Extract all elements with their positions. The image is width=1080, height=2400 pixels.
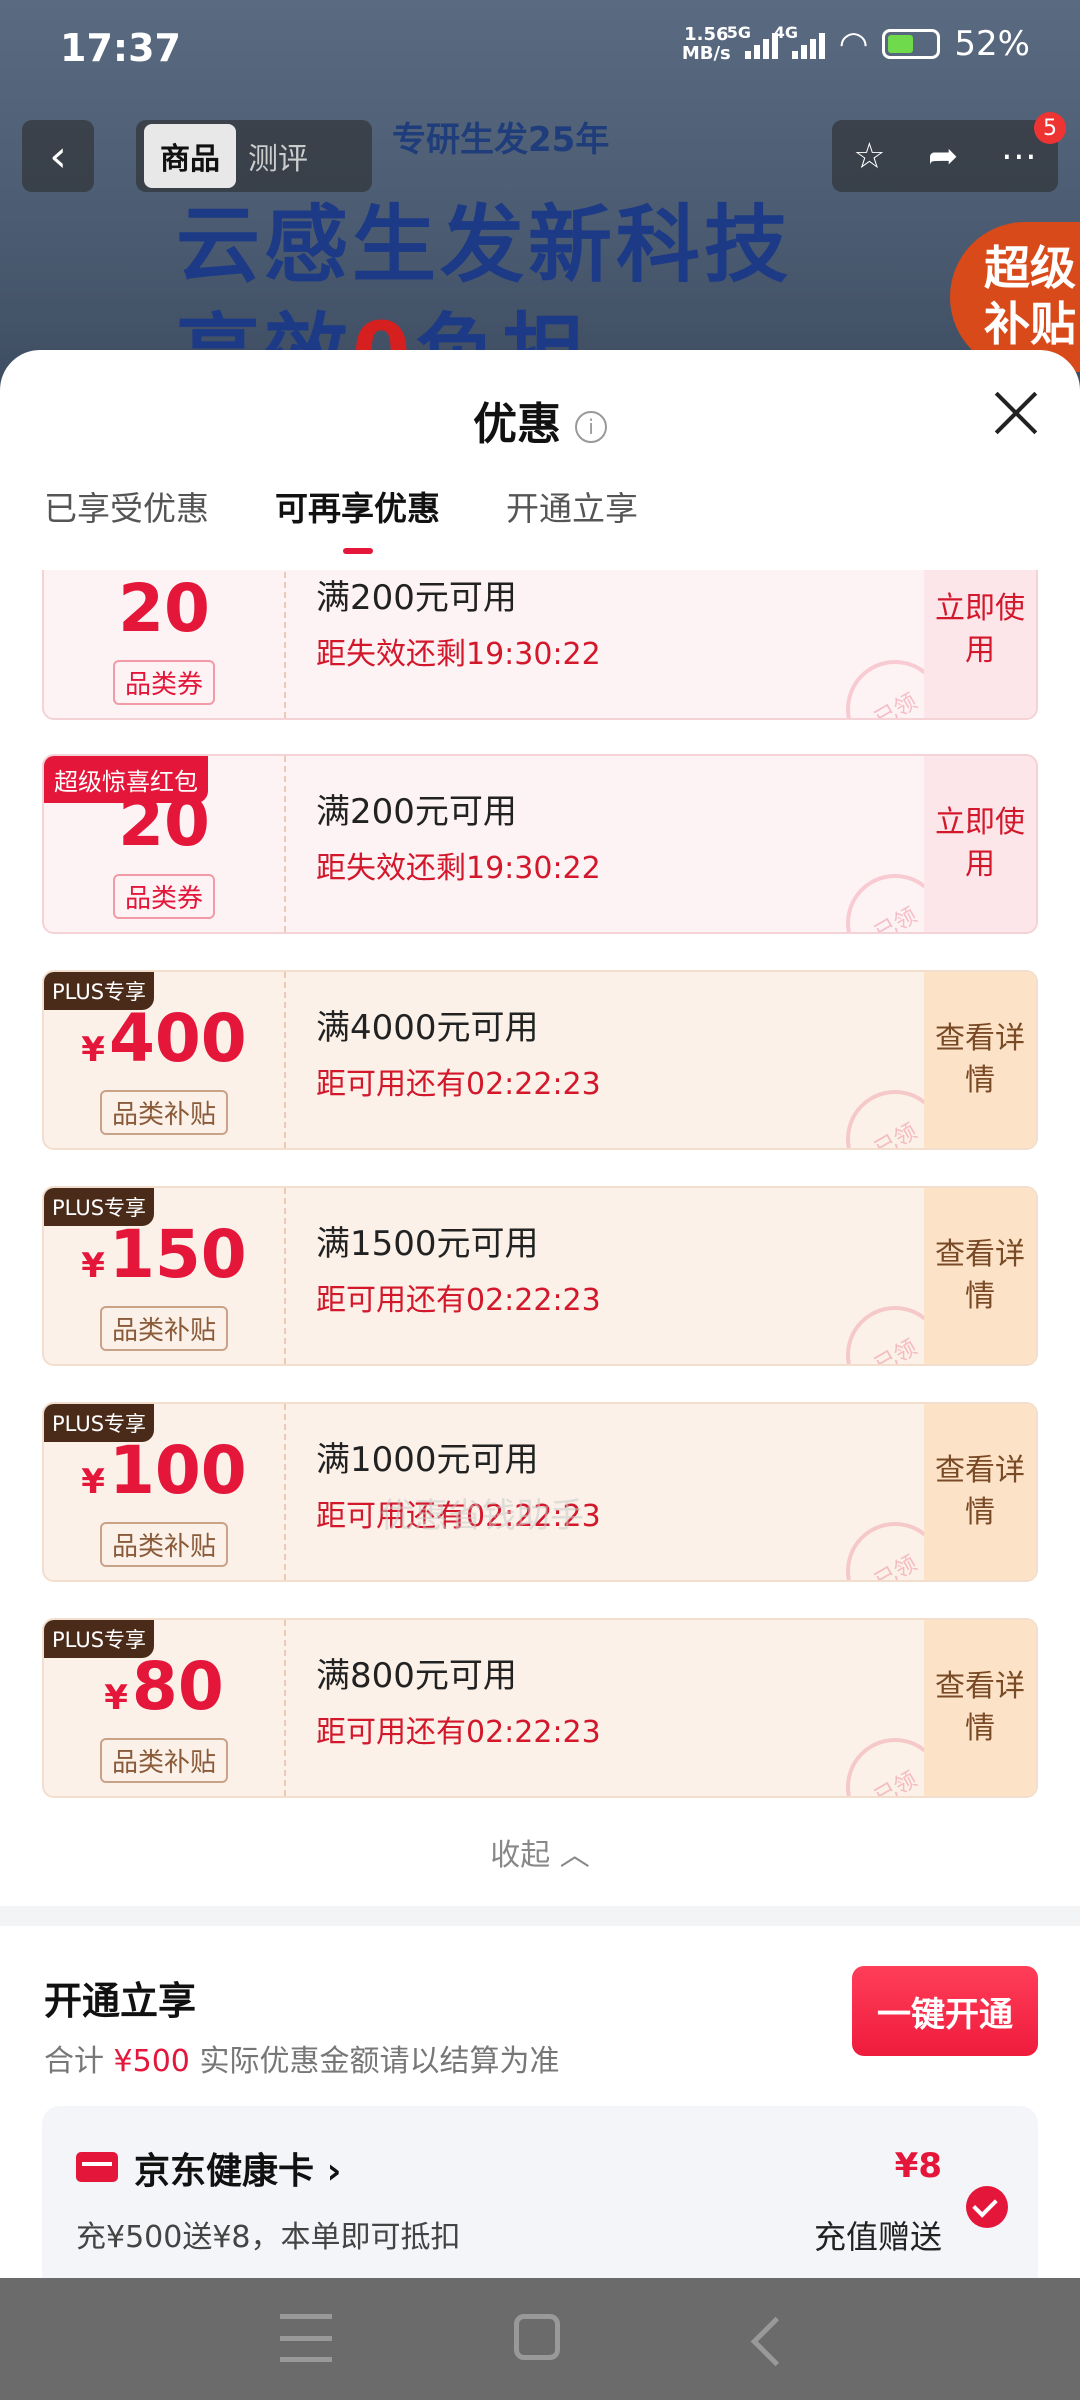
use-now-button[interactable]: 立即使用 bbox=[924, 756, 1036, 932]
coupon-value: 20 品类券 bbox=[44, 570, 284, 718]
coupon-condition: 满4000元可用 bbox=[316, 1008, 539, 1048]
coupon-timer: 距失效还剩19:30:22 bbox=[316, 851, 601, 886]
battery-icon bbox=[882, 29, 941, 59]
coupon-amount: 20 bbox=[118, 570, 210, 647]
sheet-header: 优惠 i bbox=[0, 388, 1080, 452]
product-top-nav: ‹ 商品 测评 ☆ ➦ ⋯ 5 bbox=[22, 112, 1066, 196]
view-details-button[interactable]: 查看详情 bbox=[924, 1188, 1036, 1364]
coupon-type: 品类补贴 bbox=[99, 1090, 229, 1135]
coupon-card[interactable]: PLUS专享 ¥80 品类补贴 满800元可用 距可用还有02:22:23 已领 … bbox=[42, 1618, 1038, 1798]
coupon-amount: ¥80 bbox=[104, 1648, 224, 1725]
coupon-value: 超级惊喜红包 20 品类券 bbox=[44, 756, 284, 932]
card-description: 充¥500送¥8，本单即可抵扣 bbox=[76, 2220, 461, 2255]
clock: 17:37 bbox=[60, 26, 181, 70]
coupon-timer: 距可用还有02:22:23 bbox=[316, 1067, 601, 1102]
checkmark-icon[interactable] bbox=[966, 2186, 1008, 2228]
tab-product[interactable]: 商品 bbox=[144, 124, 236, 188]
coupon-value: PLUS专享 ¥100 品类补贴 bbox=[44, 1404, 284, 1580]
wifi-icon: ◠ bbox=[838, 24, 869, 64]
coupon-card[interactable]: 20 品类券 满200元可用 距失效还剩19:30:22 已领 立即使用 bbox=[42, 570, 1038, 720]
open-section-total: 合计 ¥500 实际优惠金额请以结算为准 bbox=[44, 2044, 560, 2079]
view-details-button[interactable]: 查看详情 bbox=[924, 972, 1036, 1148]
section-divider bbox=[0, 1906, 1080, 1926]
card-name[interactable]: 京东健康卡 › bbox=[134, 2142, 341, 2194]
coupon-timer: 距可用还有02:22:23 bbox=[316, 1715, 601, 1750]
coupon-card[interactable]: PLUS专享 ¥150 品类补贴 满1500元可用 距可用还有02:22:23 已… bbox=[42, 1186, 1038, 1366]
star-icon[interactable]: ☆ bbox=[853, 136, 885, 177]
coupon-type: 品类补贴 bbox=[99, 1522, 229, 1567]
header-actions: ☆ ➦ ⋯ 5 bbox=[832, 112, 1066, 192]
coupon-type: 品类券 bbox=[112, 660, 216, 705]
watermark: 优惠省钱助手 bbox=[380, 1496, 584, 1536]
coupon-timer: 距可用还有02:22:23 bbox=[316, 1283, 601, 1318]
signal-4g-icon: 4G bbox=[774, 23, 825, 59]
back-icon[interactable] bbox=[750, 2316, 801, 2367]
coupon-condition: 满200元可用 bbox=[316, 792, 517, 832]
discount-tabs: 已享受优惠 可再享优惠 开通立享 bbox=[44, 482, 638, 554]
product-page-background: 专研生发25年 云感生发新科技 高效0负担 超级补贴 17:37 1.56MB/… bbox=[0, 0, 1080, 400]
card-icon bbox=[76, 2152, 118, 2182]
close-button[interactable] bbox=[992, 390, 1038, 436]
coupon-value: PLUS专享 ¥400 品类补贴 bbox=[44, 972, 284, 1148]
view-details-button[interactable]: 查看详情 bbox=[924, 1404, 1036, 1580]
open-section-title: 开通立享 bbox=[44, 1979, 197, 2023]
product-tabs: 商品 测评 bbox=[136, 120, 372, 192]
coupon-type: 品类补贴 bbox=[99, 1738, 229, 1783]
coupon-card[interactable]: PLUS专享 ¥400 品类补贴 满4000元可用 距可用还有02:22:23 已… bbox=[42, 970, 1038, 1150]
tab-more-discounts[interactable]: 可再享优惠 bbox=[275, 482, 440, 554]
one-click-open-button[interactable]: 一键开通 bbox=[852, 1966, 1038, 2056]
coupon-list: 20 品类券 满200元可用 距失效还剩19:30:22 已领 立即使用 超级惊喜… bbox=[0, 570, 1080, 2040]
menu-icon[interactable] bbox=[280, 2314, 332, 2362]
coupon-card[interactable]: 超级惊喜红包 20 品类券 满200元可用 距失效还剩19:30:22 已领 立即… bbox=[42, 754, 1038, 934]
coupon-timer: 距失效还剩19:30:22 bbox=[316, 637, 601, 672]
chevron-left-icon: ‹ bbox=[49, 130, 67, 182]
coupon-value: PLUS专享 ¥80 品类补贴 bbox=[44, 1620, 284, 1796]
coupon-condition: 满800元可用 bbox=[316, 1656, 517, 1696]
system-nav-bar bbox=[0, 2278, 1080, 2400]
chevron-right-icon: › bbox=[326, 2151, 342, 2192]
net-speed: 1.56 MB/s bbox=[681, 24, 731, 64]
tab-enjoyed[interactable]: 已享受优惠 bbox=[44, 482, 209, 530]
home-icon[interactable] bbox=[514, 2314, 560, 2360]
share-icon[interactable]: ➦ bbox=[928, 136, 958, 177]
card-bonus-label: 充值赠送 bbox=[813, 2218, 942, 2256]
health-card-option[interactable]: 京东健康卡 › 充¥500送¥8，本单即可抵扣 ¥8 充值赠送 bbox=[42, 2106, 1038, 2278]
coupon-amount: ¥150 bbox=[81, 1216, 247, 1293]
back-button[interactable]: ‹ bbox=[22, 120, 94, 192]
view-details-button[interactable]: 查看详情 bbox=[924, 1620, 1036, 1796]
coupon-amount: ¥400 bbox=[81, 1000, 247, 1077]
coupon-type: 品类券 bbox=[112, 874, 216, 919]
coupon-condition: 满200元可用 bbox=[316, 578, 517, 618]
coupon-condition: 满1000元可用 bbox=[316, 1440, 539, 1480]
tab-open-enjoy[interactable]: 开通立享 bbox=[506, 482, 638, 530]
message-badge: 5 bbox=[1034, 112, 1066, 144]
battery-percent: 52% bbox=[954, 24, 1030, 64]
coupon-condition: 满1500元可用 bbox=[316, 1224, 539, 1264]
sheet-title: 优惠 bbox=[473, 399, 561, 450]
card-bonus-amount: ¥8 bbox=[894, 2146, 942, 2186]
collapse-button[interactable]: 收起 ︿ bbox=[0, 1830, 1080, 1874]
chevron-up-icon: ︿ bbox=[559, 1838, 590, 1873]
more-icon[interactable]: ⋯ bbox=[1001, 136, 1037, 177]
use-now-button[interactable]: 立即使用 bbox=[924, 570, 1036, 718]
coupon-value: PLUS专享 ¥150 品类补贴 bbox=[44, 1188, 284, 1364]
tab-review[interactable]: 测评 bbox=[236, 134, 320, 178]
status-bar: 17:37 1.56 MB/s 5G 4G ◠ 52% bbox=[0, 0, 1080, 100]
info-icon[interactable]: i bbox=[575, 411, 607, 443]
banner-headline: 云感生发新科技 bbox=[176, 196, 793, 294]
discount-sheet: 优惠 i 已享受优惠 可再享优惠 开通立享 20 品类券 满200元可用 距失效还剩… bbox=[0, 350, 1080, 2278]
coupon-amount: ¥100 bbox=[81, 1432, 247, 1509]
coupon-amount: 20 bbox=[118, 784, 210, 861]
coupon-type: 品类补贴 bbox=[99, 1306, 229, 1351]
